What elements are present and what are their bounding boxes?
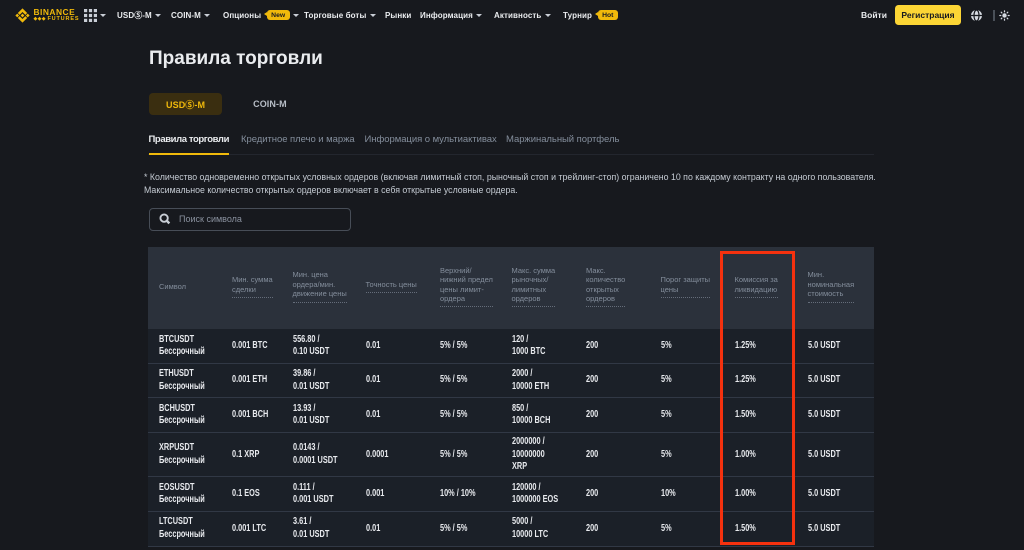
tab-coin-m[interactable]: COIN-M [236, 93, 304, 115]
search-input[interactable] [179, 214, 341, 225]
language-globe-button[interactable] [970, 0, 983, 30]
table-row-ethusdt[interactable]: ETHUSDT Бессрочный 0.001 ETH 39.86 / 0.0… [148, 363, 874, 399]
nav-item-information[interactable]: Информация [420, 0, 483, 30]
page-title: Правила торговли [149, 48, 323, 69]
chevron-down-icon [369, 14, 376, 17]
table-row-btcusdt[interactable]: BTCUSDT Бессрочный 0.001 BTC 556.80 / 0.… [148, 329, 874, 364]
apps-grid-menu[interactable] [84, 0, 106, 30]
nav-item-trading-bots[interactable]: Торговые боты [304, 0, 376, 30]
topbar: BINANCE ◆◆◆ FUTURES USDⓈ-M COIN-M Опционы… [0, 0, 1024, 30]
hot-badge: Hot [594, 9, 618, 21]
logo-dots: ◆◆◆ [33, 15, 46, 22]
col-min-notional: Мин. номинальная стоимость [807, 270, 874, 303]
chevron-down-icon [204, 14, 211, 17]
note-text: * Количество одновременно открытых услов… [144, 171, 876, 195]
nav-item-coin-m[interactable]: COIN-M [171, 0, 211, 30]
login-button[interactable]: Войти [861, 0, 887, 30]
col-price-protection: Порог защиты цены [660, 275, 735, 298]
sun-icon [999, 9, 1010, 21]
table-row-eosusdt[interactable]: EOSUSDT Бессрочный 0.1 EOS 0.111 / 0.001… [148, 477, 874, 512]
table-row-xrpusdt[interactable]: XRPUSDT Бессрочный 0.1 XRP 0.0143 / 0.00… [148, 433, 874, 478]
col-liquidation-fee: Комиссия за ликвидацию [734, 275, 808, 298]
col-min-order-price: Мин. цена ордера/мин. движение цены [292, 270, 366, 303]
market-tabs: USDⓈ-M COIN-M [149, 93, 304, 115]
symbol-search[interactable] [149, 208, 351, 231]
section-tabs: Правила торговли Кредитное плечо и маржа… [148, 130, 874, 155]
table-row-bchusdt[interactable]: BCHUSDT Бессрочный 0.001 BCH 13.93 / 0.0… [148, 398, 874, 434]
col-price-precision: Точность цены [365, 280, 441, 294]
table-row-ltcusdt[interactable]: LTCUSDT Бессрочный 0.001 LTC 3.61 / 0.01… [148, 511, 874, 547]
table-header-row: Символ Мин. сумма сделки Мин. цена ордер… [148, 247, 874, 329]
binance-futures-logo[interactable]: BINANCE ◆◆◆ FUTURES [14, 0, 79, 30]
tab-multi-assets[interactable]: Информация о мультиактивах [365, 130, 497, 146]
col-max-open-orders: Макс. количество открытых ордеров [586, 266, 661, 308]
new-badge: New [263, 9, 290, 21]
table-body: BTCUSDT Бессрочный 0.001 BTC 556.80 / 0.… [148, 329, 874, 547]
theme-toggle-button[interactable] [999, 0, 1010, 30]
chevron-down-icon [100, 14, 106, 17]
logo-brand-text: BINANCE [33, 6, 76, 17]
tab-trading-rules[interactable]: Правила торговли [148, 130, 229, 155]
tab-usds-m[interactable]: USDⓈ-M [149, 93, 223, 115]
chevron-down-icon [293, 14, 300, 17]
nav-item-options[interactable]: Опционы New [223, 0, 300, 30]
grid-icon [84, 8, 97, 22]
nav-item-usds-m[interactable]: USDⓈ-M [117, 0, 162, 30]
tab-portfolio-margin[interactable]: Маржинальный портфель [506, 130, 619, 146]
binance-logo-icon [15, 7, 30, 23]
divider [993, 0, 995, 30]
chevron-down-icon [155, 14, 162, 17]
col-max-order-amount: Макс. сумма рыночных/ лимитных ордеров [511, 266, 587, 308]
register-button[interactable]: Регистрация [895, 5, 961, 25]
trading-rules-table: Символ Мин. сумма сделки Мин. цена ордер… [148, 247, 874, 547]
logo-sub-text: ◆◆◆ FUTURES [33, 15, 80, 22]
col-limit-price-cap: Верхний/ нижний предел цены лимит- ордер… [440, 266, 512, 308]
col-min-trade-amount: Мин. сумма сделки [232, 275, 293, 298]
chevron-down-icon [476, 14, 483, 17]
col-symbol: Символ [159, 281, 187, 291]
tab-leverage-margin[interactable]: Кредитное плечо и маржа [241, 130, 355, 146]
nav-item-tournament[interactable]: Турнир Hot [563, 0, 618, 30]
nav-item-activity[interactable]: Активность [494, 0, 551, 30]
chevron-down-icon [544, 14, 551, 17]
globe-icon [970, 8, 983, 22]
nav-item-markets[interactable]: Рынки [385, 0, 411, 30]
search-icon [159, 213, 171, 225]
